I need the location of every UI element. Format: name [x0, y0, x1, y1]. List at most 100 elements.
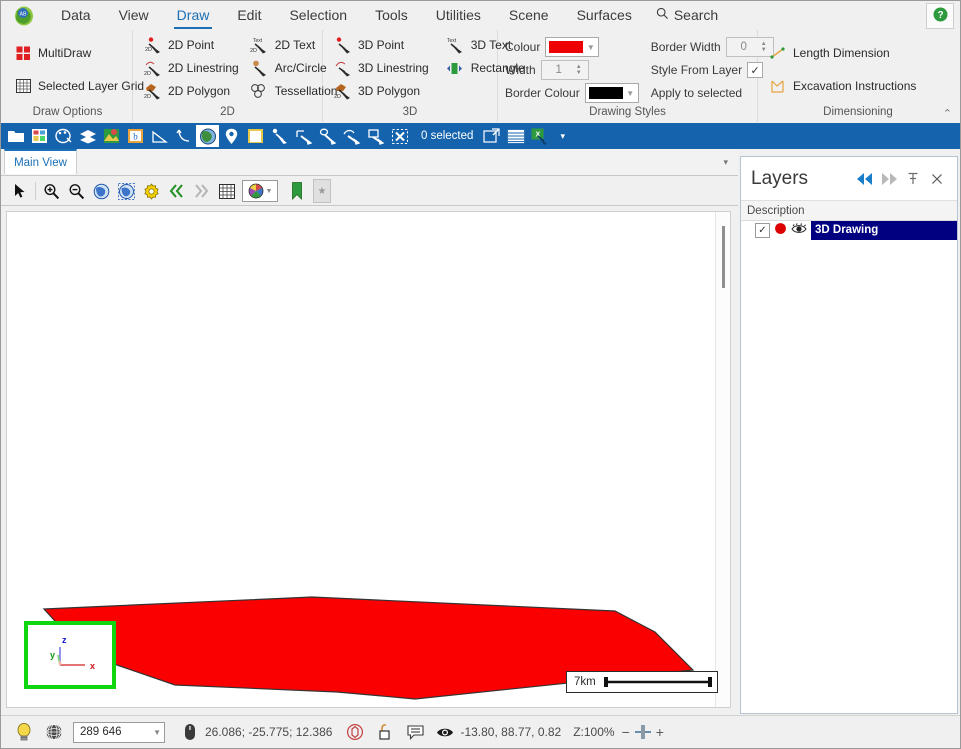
message-icon[interactable]: [400, 719, 430, 745]
globe-scene-icon[interactable]: [196, 125, 219, 147]
palette-icon[interactable]: [52, 125, 75, 147]
arrow-select-icon[interactable]: [7, 179, 32, 203]
location-pin-icon[interactable]: [220, 125, 243, 147]
width-value: 1: [555, 64, 562, 76]
selected-layer-grid-button[interactable]: Selected Layer Grid: [10, 75, 150, 97]
element-count-dropdown[interactable]: 289 646 ▼: [73, 721, 165, 743]
zoom-slider[interactable]: [634, 725, 651, 739]
ribbon-tab-data[interactable]: Data: [47, 3, 105, 29]
main-view-canvas[interactable]: z y x 7km: [6, 211, 731, 708]
zoom-in-icon[interactable]: [39, 179, 64, 203]
2d-point-icon: 2D: [143, 36, 163, 54]
ribbon-collapse-icon[interactable]: ⌃: [943, 107, 952, 120]
layer-name-label[interactable]: 3D Drawing: [811, 220, 957, 240]
ribbon-tab-scene[interactable]: Scene: [495, 3, 563, 29]
spinner-arrows-icon[interactable]: ▲ ▼: [576, 64, 588, 76]
colour-picker[interactable]: ▼: [545, 37, 600, 57]
border-colour-picker[interactable]: ▼: [584, 83, 639, 103]
rewind-icon[interactable]: [164, 179, 189, 203]
tab-overflow-icon[interactable]: ▾: [723, 157, 728, 168]
2d-linestring-button[interactable]: 2D 2D Linestring: [140, 57, 245, 79]
layer-visible-checkbox[interactable]: ✓: [755, 222, 770, 238]
canvas-vertical-scrollbar[interactable]: [715, 212, 730, 707]
annotation-icon[interactable]: [244, 125, 267, 147]
expand-right-icon[interactable]: [877, 167, 901, 191]
close-icon[interactable]: [925, 167, 949, 191]
excel-export-icon[interactable]: X: [528, 125, 551, 147]
map-pin-image-icon[interactable]: [100, 125, 123, 147]
style-from-layer-field[interactable]: Style From Layer ✓: [651, 62, 774, 78]
multidraw-button[interactable]: MultiDraw: [10, 42, 150, 64]
3d-point-button[interactable]: 3D Point: [330, 34, 435, 56]
style-from-layer-label: Style From Layer: [650, 63, 743, 77]
clear-selection-icon[interactable]: [388, 125, 411, 147]
ribbon-tab-surfaces[interactable]: Surfaces: [563, 3, 646, 29]
zoom-slider-knob[interactable]: [640, 725, 645, 739]
colour-field[interactable]: Colour ▼: [505, 37, 639, 57]
2d-point-button[interactable]: 2D 2D Point: [140, 34, 245, 56]
database-icon[interactable]: [28, 125, 51, 147]
bookmark-icon[interactable]: [284, 179, 309, 203]
ribbon-tab-edit[interactable]: Edit: [223, 3, 275, 29]
layer-color-swatch-icon[interactable]: [774, 222, 787, 238]
ribbon-tab-selection[interactable]: Selection: [275, 3, 361, 29]
2d-polygon-button[interactable]: 2D 2D Polygon: [140, 80, 245, 102]
select-rect-icon[interactable]: [364, 125, 387, 147]
apply-to-selected-button[interactable]: Apply to selected: [651, 86, 742, 100]
ribbon-tab-tools[interactable]: Tools: [361, 3, 422, 29]
excavation-instructions-button[interactable]: Excavation Instructions: [765, 75, 922, 97]
palette-dropdown-icon[interactable]: ▼: [242, 180, 278, 202]
multidraw-label: MultiDraw: [38, 46, 92, 60]
ribbon-tab-draw[interactable]: Draw: [163, 3, 224, 29]
border-colour-label: Border Colour: [505, 86, 580, 100]
select-polyline-icon[interactable]: [340, 125, 363, 147]
block-model-icon[interactable]: b: [124, 125, 147, 147]
zoom-out-button[interactable]: −: [622, 724, 630, 740]
light-bulb-icon[interactable]: [9, 719, 39, 745]
ribbon-tab-utilities[interactable]: Utilities: [422, 3, 495, 29]
globe-fit-icon[interactable]: [114, 179, 139, 203]
triangle-measure-icon[interactable]: [148, 125, 171, 147]
length-dimension-button[interactable]: Length Dimension: [765, 42, 922, 64]
3d-polygon-button[interactable]: 2D 3D Polygon: [330, 80, 435, 102]
zoom-in-button[interactable]: +: [656, 724, 664, 740]
tab-main-view[interactable]: Main View: [4, 149, 77, 174]
apply-to-selected-field[interactable]: Apply to selected: [651, 86, 774, 100]
export-selection-icon[interactable]: [480, 125, 503, 147]
table-view-icon[interactable]: [504, 125, 527, 147]
zoom-control[interactable]: Z:100% − +: [569, 724, 664, 740]
width-stepper[interactable]: 1 ▲ ▼: [540, 60, 589, 80]
no-entry-icon[interactable]: [340, 719, 370, 745]
collapse-left-icon[interactable]: [853, 167, 877, 191]
select-box-icon[interactable]: [292, 125, 315, 147]
border-width-field[interactable]: Border Width 0 ▲ ▼: [651, 37, 774, 57]
scrollbar-thumb[interactable]: [722, 226, 725, 288]
ribbon-tab-view[interactable]: View: [105, 3, 163, 29]
eye-visible-icon[interactable]: [791, 222, 807, 238]
width-field[interactable]: Width 1 ▲ ▼: [505, 60, 639, 80]
unlocked-padlock-icon[interactable]: [370, 719, 400, 745]
curve-axis-icon[interactable]: [172, 125, 195, 147]
search-button[interactable]: Search: [646, 3, 728, 29]
svg-text:Text: Text: [253, 38, 263, 44]
layers-stack-icon[interactable]: [76, 125, 99, 147]
forward-icon[interactable]: [189, 179, 214, 203]
settings-gear-icon[interactable]: [139, 179, 164, 203]
zoom-out-icon[interactable]: [64, 179, 89, 203]
3d-linestring-button[interactable]: 3D Linestring: [330, 57, 435, 79]
eye-icon[interactable]: [430, 719, 460, 745]
grid-toggle-icon[interactable]: [214, 179, 239, 203]
border-colour-field[interactable]: Border Colour ▼: [505, 83, 639, 103]
help-button[interactable]: ?: [926, 3, 954, 29]
pin-icon[interactable]: [901, 167, 925, 191]
toolbar-overflow-icon[interactable]: ▾: [552, 131, 565, 142]
star-icon[interactable]: ★: [313, 179, 331, 203]
table-row[interactable]: ✓ 3D Drawing: [741, 220, 957, 240]
chevron-down-icon[interactable]: ▼: [153, 728, 161, 737]
globe-rotate-icon[interactable]: [89, 179, 114, 203]
wireframe-sphere-icon[interactable]: [39, 719, 69, 745]
open-folder-icon[interactable]: [4, 125, 27, 147]
select-lasso-icon[interactable]: [316, 125, 339, 147]
select-point-icon[interactable]: [268, 125, 291, 147]
app-globe-logo-icon[interactable]: AB: [1, 2, 47, 29]
